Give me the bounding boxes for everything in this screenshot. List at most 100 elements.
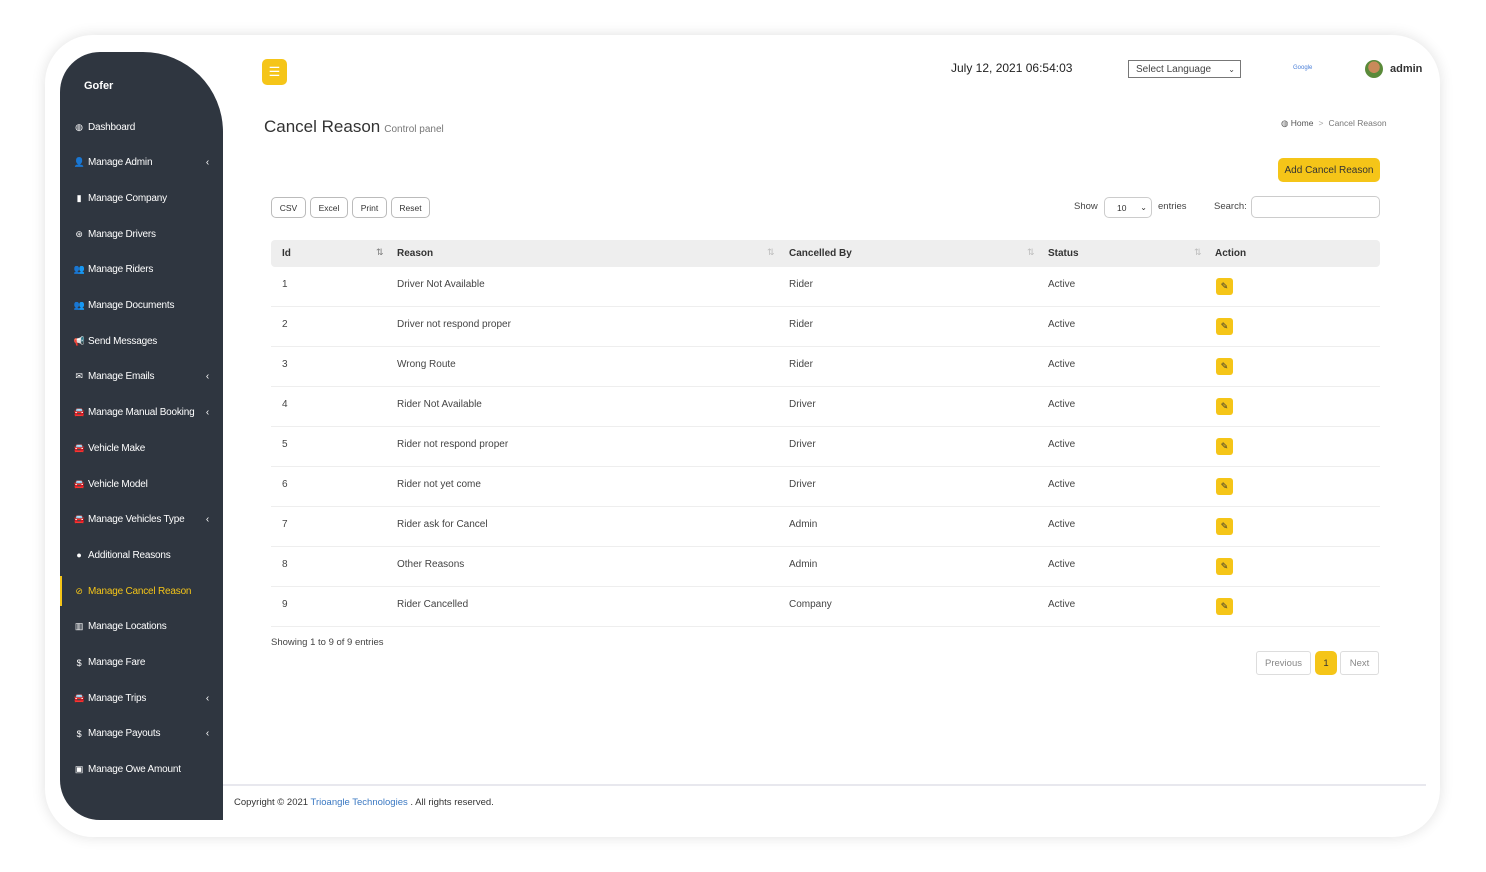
sidebar-item-manage-drivers[interactable]: ⊛ Manage Drivers [60, 219, 223, 249]
car-icon: 🚘 [73, 514, 85, 525]
add-cancel-reason-button[interactable]: Add Cancel Reason [1278, 158, 1380, 182]
sidebar-item-manage-company[interactable]: ▮ Manage Company [60, 183, 223, 213]
sidebar-item-additional-reasons[interactable]: ● Additional Reasons [60, 540, 223, 570]
menu-toggle-button[interactable]: ☰ [262, 59, 287, 85]
sidebar-item-manage-locations[interactable]: ▥ Manage Locations [60, 612, 223, 642]
sidebar-item-manage-admin[interactable]: 👤 Manage Admin ‹ [60, 148, 223, 178]
hamburger-icon: ☰ [268, 64, 281, 79]
cell-id: 4 [282, 399, 288, 410]
page-title-text: Cancel Reason [264, 117, 381, 136]
language-select-value: Select Language [1136, 63, 1212, 75]
next-button[interactable]: Next [1340, 651, 1379, 675]
avatar[interactable] [1365, 60, 1383, 78]
cell-id: 9 [282, 599, 288, 610]
car-icon: 🚘 [73, 478, 85, 489]
cell-status: Active [1048, 279, 1076, 290]
cell-status: Active [1048, 599, 1076, 610]
breadcrumb-current: Cancel Reason [1328, 118, 1387, 128]
pencil-icon: ✎ [1220, 361, 1229, 371]
cell-cancelled-by: Rider [789, 279, 813, 290]
envelope-icon: ✉ [75, 371, 83, 382]
cell-cancelled-by: Driver [789, 479, 816, 490]
sidebar-item-label: Manage Vehicles Type [88, 514, 185, 526]
pencil-icon: ✎ [1220, 321, 1229, 331]
edit-button[interactable]: ✎ [1216, 398, 1233, 415]
sidebar-item-manage-payouts[interactable]: $ Manage Payouts ‹ [60, 719, 223, 749]
pencil-icon: ✎ [1220, 561, 1229, 571]
dollar-icon: $ [76, 657, 82, 668]
pencil-icon: ✎ [1220, 481, 1229, 491]
sort-icon[interactable]: ⇅ [1194, 247, 1202, 258]
sidebar-item-manage-trips[interactable]: 🚘 Manage Trips ‹ [60, 683, 223, 713]
sidebar-item-manage-cancel-reason[interactable]: ⊘ Manage Cancel Reason [60, 576, 223, 607]
edit-button[interactable]: ✎ [1216, 438, 1233, 455]
company-link[interactable]: Trioangle Technologies [311, 797, 408, 808]
sidebar-item-manage-documents[interactable]: 👥 Manage Documents [60, 291, 223, 321]
cell-reason: Other Reasons [397, 559, 465, 570]
cell-status: Active [1048, 559, 1076, 570]
cell-reason: Rider Cancelled [397, 599, 469, 610]
edit-button[interactable]: ✎ [1216, 278, 1233, 295]
brand-logo[interactable]: Gofer [84, 80, 113, 92]
copyright-text: Copyright © 2021 [234, 797, 309, 808]
cell-reason: Driver Not Available [397, 279, 485, 290]
column-header-status[interactable]: Status [1048, 248, 1079, 259]
sort-asc-icon[interactable]: ⇅ [376, 247, 384, 258]
cell-id: 3 [282, 359, 288, 370]
sidebar-item-dashboard[interactable]: ◍ Dashboard [60, 112, 223, 142]
sidebar-item-manage-manual-booking[interactable]: 🚘 Manage Manual Booking ‹ [60, 398, 223, 428]
edit-button[interactable]: ✎ [1216, 598, 1233, 615]
chevron-down-icon: ⌄ [1140, 203, 1147, 212]
column-header-cancelled-by[interactable]: Cancelled By [789, 248, 852, 259]
sort-icon[interactable]: ⇅ [767, 247, 775, 258]
language-select[interactable]: Select Language ⌄ [1128, 60, 1241, 78]
cell-cancelled-by: Company [789, 599, 832, 610]
page-length-select[interactable]: 10 ⌄ [1104, 197, 1152, 218]
google-logo: Google [1293, 65, 1313, 71]
breadcrumb-home[interactable]: Home [1291, 118, 1314, 128]
excel-button[interactable]: Excel [310, 197, 348, 218]
edit-button[interactable]: ✎ [1216, 558, 1233, 575]
chevron-left-icon: ‹ [205, 692, 209, 704]
breadcrumb: ◍ Home > Cancel Reason [1281, 118, 1387, 128]
cell-cancelled-by: Rider [789, 319, 813, 330]
csv-button[interactable]: CSV [271, 197, 306, 218]
sidebar-item-manage-riders[interactable]: 👥 Manage Riders [60, 255, 223, 285]
sidebar-item-send-messages[interactable]: 📢 Send Messages [60, 326, 223, 356]
page-1-button[interactable]: 1 [1315, 651, 1337, 675]
cell-cancelled-by: Admin [789, 559, 818, 570]
sidebar-item-vehicle-model[interactable]: 🚘 Vehicle Model [60, 469, 223, 499]
footer: Copyright © 2021 Trioangle Technologies … [234, 797, 494, 808]
sort-icon[interactable]: ⇅ [1027, 247, 1035, 258]
cell-status: Active [1048, 519, 1076, 530]
sidebar-item-label: Vehicle Model [88, 478, 148, 490]
pencil-icon: ✎ [1220, 441, 1229, 451]
reset-button[interactable]: Reset [391, 197, 430, 218]
edit-button[interactable]: ✎ [1216, 318, 1233, 335]
print-button[interactable]: Print [352, 197, 387, 218]
cell-id: 6 [282, 479, 288, 490]
cell-id: 1 [282, 279, 288, 290]
sidebar-item-vehicle-make[interactable]: 🚘 Vehicle Make [60, 433, 223, 463]
edit-button[interactable]: ✎ [1216, 518, 1233, 535]
edit-button[interactable]: ✎ [1216, 478, 1233, 495]
sidebar-item-label: Manage Documents [88, 300, 175, 311]
edit-button[interactable]: ✎ [1216, 358, 1233, 375]
sidebar-item-label: Manage Manual Booking [88, 407, 195, 419]
sidebar-item-manage-emails[interactable]: ✉ Manage Emails ‹ [60, 362, 223, 392]
column-header-id[interactable]: Id [282, 248, 291, 259]
chevron-left-icon: ‹ [205, 514, 209, 526]
cell-cancelled-by: Admin [789, 519, 818, 530]
sidebar-item-manage-owe-amount[interactable]: ▣ Manage Owe Amount [60, 755, 223, 785]
cell-reason: Driver not respond proper [397, 319, 511, 330]
search-input[interactable] [1251, 196, 1380, 218]
cell-reason: Wrong Route [397, 359, 456, 370]
sidebar-item-manage-fare[interactable]: $ Manage Fare [60, 648, 223, 678]
sidebar-item-label: Send Messages [88, 335, 158, 347]
sidebar-item-manage-vehicles-type[interactable]: 🚘 Manage Vehicles Type ‹ [60, 505, 223, 535]
user-name[interactable]: admin [1390, 63, 1422, 75]
table-info: Showing 1 to 9 of 9 entries [271, 637, 384, 648]
sidebar-item-label: Dashboard [88, 121, 136, 133]
previous-button[interactable]: Previous [1256, 651, 1311, 675]
column-header-reason[interactable]: Reason [397, 248, 433, 259]
